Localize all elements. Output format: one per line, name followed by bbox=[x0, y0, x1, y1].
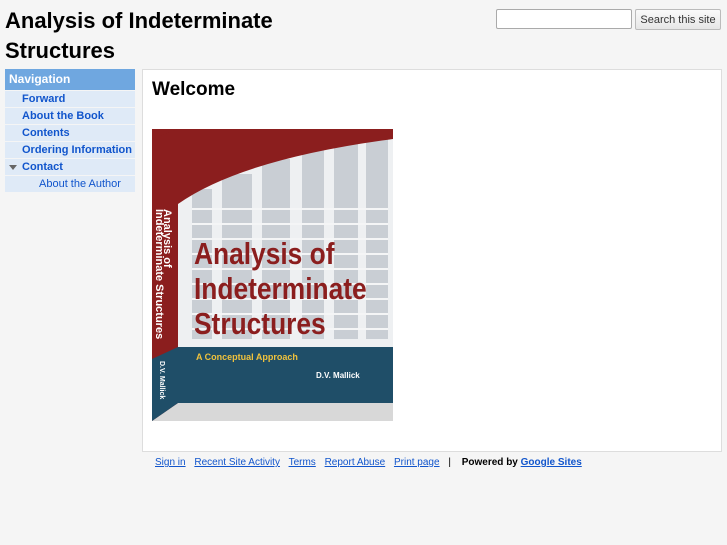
search-form: Search this site bbox=[496, 9, 721, 30]
spine-author: D.V. Mallick bbox=[158, 361, 165, 399]
book-cover-image: Analysis of Indeterminate Structures D.V… bbox=[152, 129, 393, 421]
footer-separator: | bbox=[448, 457, 451, 468]
sidebar-link-about-author[interactable]: About the Author bbox=[39, 178, 121, 190]
sidebar-item-about-author: About the Author bbox=[5, 176, 135, 192]
footer: Sign in Recent Site Activity Terms Repor… bbox=[155, 457, 582, 468]
sidebar-link-forward[interactable]: Forward bbox=[22, 93, 65, 105]
site-title: Analysis of Indeterminate Structures bbox=[5, 8, 273, 63]
sidebar-link-ordering[interactable]: Ordering Information bbox=[22, 144, 132, 156]
cover-author: D.V. Mallick bbox=[316, 371, 360, 380]
footer-terms-link[interactable]: Terms bbox=[289, 457, 316, 468]
sidebar-item-about-book: About the Book bbox=[5, 108, 135, 124]
cover-title-line2: Indeterminate bbox=[194, 272, 367, 306]
chevron-down-icon[interactable] bbox=[9, 164, 17, 170]
cover-title-line1: Analysis of bbox=[194, 237, 335, 271]
sidebar-item-ordering: Ordering Information bbox=[5, 142, 135, 158]
sidebar-item-contact: Contact bbox=[5, 159, 135, 175]
sidebar-item-contents: Contents bbox=[5, 125, 135, 141]
powered-by: Powered by Google Sites bbox=[462, 457, 582, 468]
sidebar-item-forward: Forward bbox=[5, 91, 135, 107]
sidebar-navigation: Navigation Forward About the Book Conten… bbox=[5, 69, 135, 192]
footer-recent-activity-link[interactable]: Recent Site Activity bbox=[194, 457, 280, 468]
footer-report-abuse-link[interactable]: Report Abuse bbox=[325, 457, 386, 468]
spine-title-2: Indeterminate Structures bbox=[153, 209, 165, 339]
google-sites-link[interactable]: Google Sites bbox=[521, 457, 582, 468]
footer-print-page-link[interactable]: Print page bbox=[394, 457, 440, 468]
search-input[interactable] bbox=[496, 9, 632, 29]
navigation-header: Navigation bbox=[5, 69, 135, 90]
main-content: Welcome Analysis of Indeterminate Struct… bbox=[142, 69, 722, 452]
sidebar-link-contents[interactable]: Contents bbox=[22, 127, 70, 139]
footer-sign-in-link[interactable]: Sign in bbox=[155, 457, 186, 468]
cover-title-line3: Structures bbox=[194, 307, 326, 341]
sidebar-link-contact[interactable]: Contact bbox=[22, 161, 63, 173]
search-button[interactable]: Search this site bbox=[635, 9, 721, 30]
powered-by-text: Powered by bbox=[461, 457, 518, 468]
sidebar-link-about-book[interactable]: About the Book bbox=[22, 110, 104, 122]
cover-shadow bbox=[152, 403, 393, 421]
page-title: Welcome bbox=[152, 79, 236, 100]
cover-subtitle: A Conceptual Approach bbox=[196, 352, 298, 362]
